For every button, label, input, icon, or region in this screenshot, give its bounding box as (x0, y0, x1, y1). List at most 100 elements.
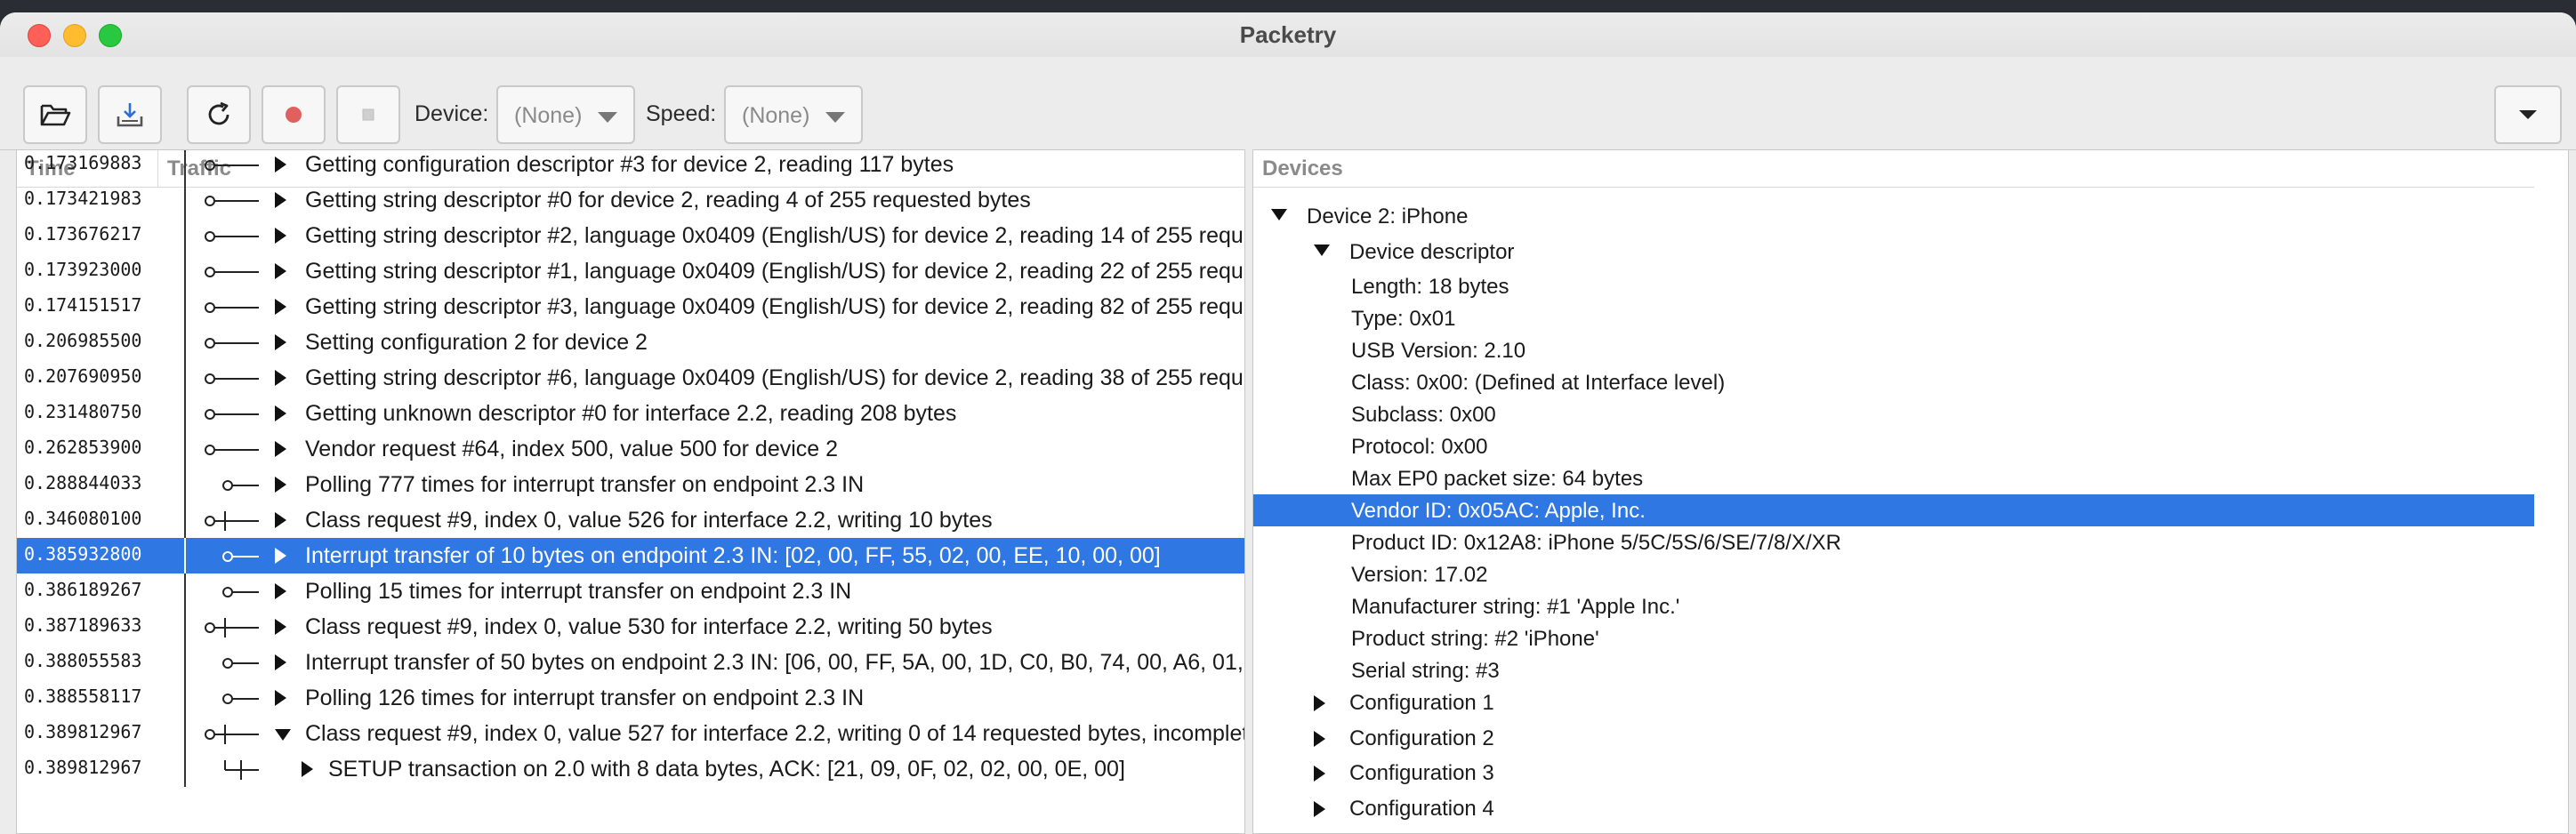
tree-row[interactable]: Device 2: iPhone (1253, 200, 2534, 232)
expander-open-icon[interactable] (275, 729, 291, 741)
chevron-down-icon (825, 112, 845, 123)
traffic-row[interactable]: 0.288844033 Polling 777 times for interru… (17, 467, 1244, 502)
expander-closed-icon[interactable] (275, 441, 286, 457)
traffic-row[interactable]: 0.389812967 SETUP transaction on 2.0 with… (17, 751, 1244, 787)
tree-row[interactable]: Protocol: 0x00 (1253, 430, 2534, 462)
row-description: Getting configuration descriptor #3 for … (305, 152, 954, 177)
tree-row[interactable]: Product string: #2 'iPhone' (1253, 622, 2534, 654)
tree-label: USB Version: 2.10 (1351, 339, 1526, 363)
speed-select[interactable]: (None) (724, 85, 863, 144)
row-time: 0.173923000 (24, 259, 142, 280)
device-select[interactable]: (None) (496, 85, 635, 144)
main-menu-button[interactable] (2494, 85, 2562, 144)
tree-label: Configuration 2 (1349, 726, 1494, 750)
tree-row[interactable]: Version: 17.02 (1253, 558, 2534, 590)
expander-closed-icon[interactable] (275, 512, 286, 528)
tree-row[interactable]: Subclass: 0x00 (1253, 398, 2534, 430)
row-time: 0.386189267 (24, 579, 142, 600)
tree-row[interactable]: Configuration 2 (1253, 722, 2534, 754)
tree-row[interactable]: Class: 0x00: (Defined at Interface level… (1253, 366, 2534, 398)
expander-closed-icon[interactable] (275, 583, 286, 599)
reload-button[interactable] (187, 85, 251, 144)
app-window: Packetry Device: (None) Speed: (None) Ti… (0, 12, 2576, 834)
expander-closed-icon[interactable] (275, 228, 286, 244)
title-bar: Packetry (0, 12, 2576, 57)
expander-closed-icon[interactable] (275, 405, 286, 421)
traffic-row[interactable]: 0.385932800 Interrupt transfer of 10 byte… (17, 538, 1244, 573)
expander-closed-icon[interactable] (1314, 730, 1325, 747)
expander-closed-icon[interactable] (275, 370, 286, 386)
expander-closed-icon[interactable] (275, 690, 286, 706)
expander-closed-icon[interactable] (1314, 800, 1325, 817)
expander-closed-icon[interactable] (275, 548, 286, 564)
request-glyph-icon (205, 267, 259, 277)
tree-row[interactable]: USB Version: 2.10 (1253, 334, 2534, 366)
expander-closed-icon[interactable] (275, 192, 286, 208)
row-description: Getting unknown descriptor #0 for interf… (305, 401, 957, 426)
traffic-row[interactable]: 0.386189267 Polling 15 times for interrup… (17, 573, 1244, 609)
traffic-row[interactable]: 0.262853900 Vendor request #64, index 500… (17, 431, 1244, 467)
expander-closed-icon[interactable] (302, 761, 313, 777)
hierarchy-line (184, 150, 186, 182)
traffic-row[interactable]: 0.389812967 Class request #9, index 0, va… (17, 716, 1244, 751)
devices-panel[interactable]: Devices Device 2: iPhone Device descripto… (1252, 149, 2569, 834)
row-description: Getting string descriptor #0 for device … (305, 188, 1031, 213)
expander-closed-icon[interactable] (275, 477, 286, 493)
endpoint-glyph-icon (222, 480, 259, 491)
row-description: Vendor request #64, index 500, value 500… (305, 437, 839, 461)
tree-row[interactable]: Serial string: #3 (1253, 654, 2534, 686)
hierarchy-line (184, 218, 186, 253)
traffic-row[interactable]: 0.206985500 Setting configuration 2 for d… (17, 325, 1244, 360)
save-button[interactable] (98, 85, 162, 144)
expander-closed-icon[interactable] (1314, 695, 1325, 711)
expander-closed-icon[interactable] (275, 619, 286, 635)
traffic-row[interactable]: 0.174151517 Getting string descriptor #3,… (17, 289, 1244, 325)
tree-label: Device 2: iPhone (1307, 204, 1469, 229)
row-time: 0.387189633 (24, 614, 142, 636)
tree-row[interactable]: Vendor ID: 0x05AC: Apple, Inc. (1253, 494, 2534, 526)
tree-row[interactable]: Product ID: 0x12A8: iPhone 5/5C/5S/6/SE/… (1253, 526, 2534, 558)
traffic-row[interactable]: 0.387189633 Class request #9, index 0, va… (17, 609, 1244, 645)
traffic-panel[interactable]: Time Traffic 0.173169883 Getting configur… (16, 149, 1245, 834)
row-description: Getting string descriptor #6, language 0… (305, 365, 1245, 390)
traffic-row[interactable]: 0.173421983 Getting string descriptor #0 … (17, 182, 1244, 218)
tree-row[interactable]: Length: 18 bytes (1253, 270, 2534, 302)
traffic-row[interactable]: 0.388558117 Polling 126 times for interru… (17, 680, 1244, 716)
tree-label: Length: 18 bytes (1351, 275, 1509, 299)
expander-open-icon[interactable] (1271, 209, 1287, 221)
save-icon (117, 103, 143, 127)
tree-row[interactable]: Manufacturer string: #1 'Apple Inc.' (1253, 590, 2534, 622)
traffic-row[interactable]: 0.207690950 Getting string descriptor #6,… (17, 360, 1244, 396)
hierarchy-line (184, 538, 186, 573)
column-header-devices[interactable]: Devices (1253, 150, 2534, 188)
tree-row[interactable]: Max EP0 packet size: 64 bytes (1253, 462, 2534, 494)
endpoint-glyph-icon (222, 694, 259, 704)
tree-label: Class: 0x00: (Defined at Interface level… (1351, 371, 1726, 395)
expander-open-icon[interactable] (1314, 244, 1330, 256)
expander-closed-icon[interactable] (275, 263, 286, 279)
expander-closed-icon[interactable] (275, 334, 286, 350)
expander-closed-icon[interactable] (275, 156, 286, 172)
tree-label: Type: 0x01 (1351, 307, 1456, 331)
tree-row[interactable]: Device descriptor (1253, 236, 2534, 268)
pane-divider[interactable] (1245, 149, 1252, 834)
tree-row[interactable]: Configuration 4 (1253, 792, 2534, 824)
expander-closed-icon[interactable] (275, 654, 286, 670)
traffic-row[interactable]: 0.173169883 Getting configuration descrip… (17, 150, 1244, 182)
hierarchy-line (184, 325, 186, 360)
traffic-row[interactable]: 0.346080100 Class request #9, index 0, va… (17, 502, 1244, 538)
tree-row[interactable]: Type: 0x01 (1253, 302, 2534, 334)
open-button[interactable] (23, 85, 87, 144)
speed-label: Speed: (646, 101, 717, 126)
traffic-row[interactable]: 0.388055583 Interrupt transfer of 50 byte… (17, 645, 1244, 680)
traffic-row[interactable]: 0.173676217 Getting string descriptor #2,… (17, 218, 1244, 253)
tree-row[interactable]: Configuration 3 (1253, 757, 2534, 789)
hierarchy-line (184, 289, 186, 325)
expander-closed-icon[interactable] (275, 299, 286, 315)
traffic-row[interactable]: 0.173923000 Getting string descriptor #1,… (17, 253, 1244, 289)
traffic-row[interactable]: 0.231480750 Getting unknown descriptor #0… (17, 396, 1244, 431)
tree-row[interactable]: Configuration 1 (1253, 686, 2534, 718)
record-button[interactable] (262, 85, 326, 144)
stop-button[interactable] (336, 85, 400, 144)
expander-closed-icon[interactable] (1314, 766, 1325, 782)
